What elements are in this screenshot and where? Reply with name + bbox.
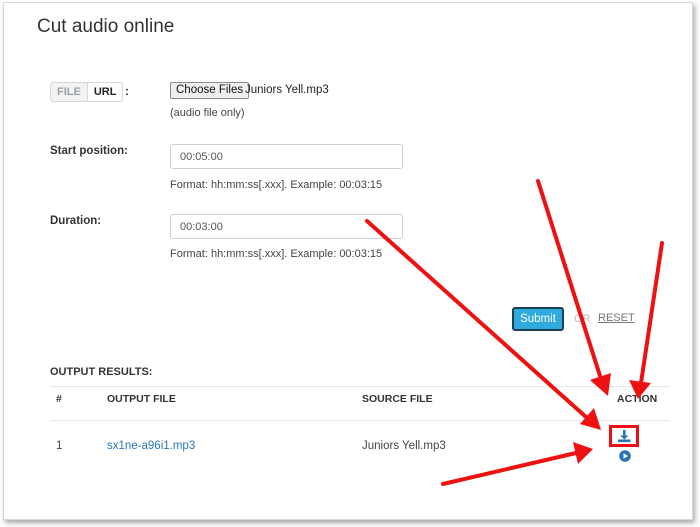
tab-url[interactable]: URL — [87, 83, 123, 101]
page-panel: Cut audio online FILE URL : Choose Files… — [3, 2, 693, 520]
or-label: OR — [574, 313, 591, 325]
start-format-hint: Format: hh:mm:ss[.xxx]. Example: 00:03:1… — [170, 179, 383, 191]
start-position-label: Start position: — [50, 145, 128, 157]
tab-file[interactable]: FILE — [51, 83, 88, 101]
column-header-index: # — [56, 393, 62, 405]
page-title: Cut audio online — [37, 16, 175, 37]
source-colon: : — [125, 84, 129, 98]
duration-input[interactable] — [170, 214, 403, 239]
play-icon[interactable] — [619, 450, 631, 462]
column-header-action: ACTION — [617, 393, 658, 405]
choose-files-button[interactable]: Choose Files — [170, 82, 250, 99]
output-file-link[interactable]: sx1ne-a96i1.mp3 — [107, 440, 195, 452]
column-header-source: SOURCE FILE — [362, 393, 433, 405]
reset-link[interactable]: RESET — [598, 312, 635, 324]
results-title: OUTPUT RESULTS: — [50, 366, 153, 378]
file-hint: (audio file only) — [170, 107, 245, 119]
table-header-rule — [50, 420, 670, 421]
selected-file-name: Juniors Yell.mp3 — [245, 84, 329, 96]
column-header-output: OUTPUT FILE — [107, 393, 176, 405]
duration-label: Duration: — [50, 215, 102, 227]
download-button[interactable] — [609, 425, 639, 447]
row-index: 1 — [56, 440, 63, 452]
download-icon — [618, 430, 631, 443]
table-top-rule — [50, 386, 670, 387]
source-toggle: FILE URL — [50, 82, 124, 102]
duration-format-hint: Format: hh:mm:ss[.xxx]. Example: 00:03:1… — [170, 248, 383, 260]
start-position-input[interactable] — [170, 144, 403, 169]
source-file-name: Juniors Yell.mp3 — [362, 440, 446, 452]
submit-button[interactable]: Submit — [512, 307, 564, 331]
